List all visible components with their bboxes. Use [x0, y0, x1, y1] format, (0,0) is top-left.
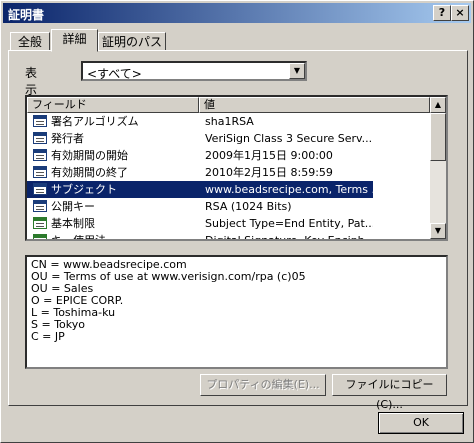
field-value: RSA (1024 Bits)	[205, 200, 292, 213]
window-title: 証明書	[8, 8, 45, 22]
arrow-up-icon: ▲	[434, 100, 442, 109]
list-row[interactable]: 署名アルゴリズム sha1RSA	[27, 113, 373, 130]
column-header-field[interactable]: フィールド	[27, 97, 199, 113]
certificate-field-icon	[33, 183, 47, 195]
vertical-scrollbar[interactable]: ▲ ▼	[430, 97, 446, 239]
certificate-extension-icon	[33, 217, 47, 229]
column-header-value[interactable]: 値	[199, 97, 430, 113]
list-row-selected[interactable]: サブジェクト www.beadsrecipe.com, Terms ...	[27, 181, 373, 198]
help-icon: ?	[438, 6, 446, 19]
field-name: キー使用法	[51, 234, 106, 241]
field-value: VeriSign Class 3 Secure Serv...	[205, 132, 373, 145]
scroll-thumb[interactable]	[430, 113, 446, 161]
certificate-field-icon	[33, 200, 47, 212]
certificate-field-icon	[33, 166, 47, 178]
field-value: 2009年1月15日 9:00:00	[205, 149, 333, 162]
field-name: 発行者	[51, 132, 84, 145]
certificate-dialog: 証明書 ? × 全般 詳細 証明のパス 表示(S): <すべて> ▼ フィールド…	[0, 0, 474, 443]
tab-general-label: 全般	[17, 35, 42, 49]
list-row[interactable]: 有効期間の終了 2010年2月15日 8:59:59	[27, 164, 373, 181]
arrow-down-icon: ▼	[434, 226, 442, 235]
list-header: フィールド 値	[27, 97, 430, 113]
field-name: 有効期間の終了	[51, 166, 128, 179]
list-row[interactable]: 公開キー RSA (1024 Bits)	[27, 198, 373, 215]
certificate-field-icon	[33, 132, 47, 144]
close-icon: ×	[455, 6, 465, 19]
field-value: Subject Type=End Entity, Pat...	[205, 217, 373, 230]
close-button[interactable]: ×	[451, 5, 469, 21]
field-name: サブジェクト	[51, 183, 117, 196]
scroll-up-button[interactable]: ▲	[430, 97, 446, 113]
show-select[interactable]: <すべて> ▼	[81, 61, 307, 81]
ok-button[interactable]: OK	[378, 412, 464, 434]
dropdown-button[interactable]: ▼	[289, 63, 305, 79]
field-name: 公開キー	[51, 200, 95, 213]
certificate-field-icon	[33, 149, 47, 161]
chevron-down-icon: ▼	[293, 66, 301, 75]
field-name: 署名アルゴリズム	[51, 115, 139, 128]
tab-path-label: 証明のパス	[101, 35, 162, 49]
field-value: Digital Signature, Key Enciph...	[205, 234, 373, 241]
list-row[interactable]: 基本制限 Subject Type=End Entity, Pat...	[27, 215, 373, 232]
field-name: 基本制限	[51, 217, 95, 230]
field-value: sha1RSA	[205, 115, 254, 128]
field-name: 有効期間の開始	[51, 149, 128, 162]
title-bar[interactable]: 証明書 ? ×	[3, 3, 471, 23]
tab-general[interactable]: 全般	[10, 32, 50, 51]
scroll-down-button[interactable]: ▼	[430, 223, 446, 239]
list-row[interactable]: 発行者 VeriSign Class 3 Secure Serv...	[27, 130, 373, 147]
certificate-extension-icon	[33, 234, 47, 239]
copy-to-file-button[interactable]: ファイルにコピー(C)...	[332, 374, 447, 411]
field-list[interactable]: フィールド 値 署名アルゴリズム sha1RSA 発行者 VeriSign Clas…	[25, 95, 448, 241]
certificate-field-icon	[33, 115, 47, 127]
help-button[interactable]: ?	[433, 5, 451, 21]
field-value: www.beadsrecipe.com, Terms ...	[205, 183, 373, 196]
field-detail-text[interactable]: CN = www.beadsrecipe.com OU = Terms of u…	[25, 255, 448, 369]
list-row[interactable]: キー使用法 Digital Signature, Key Enciph...	[27, 232, 373, 241]
list-row[interactable]: 有効期間の開始 2009年1月15日 9:00:00	[27, 147, 373, 164]
tab-certification-path[interactable]: 証明のパス	[98, 32, 166, 51]
edit-properties-button[interactable]: プロパティの編集(E)...	[200, 374, 326, 396]
tab-details[interactable]: 詳細	[51, 29, 98, 52]
field-value: 2010年2月15日 8:59:59	[205, 166, 333, 179]
tab-details-label: 詳細	[62, 32, 87, 46]
show-select-value: <すべて>	[87, 67, 142, 81]
